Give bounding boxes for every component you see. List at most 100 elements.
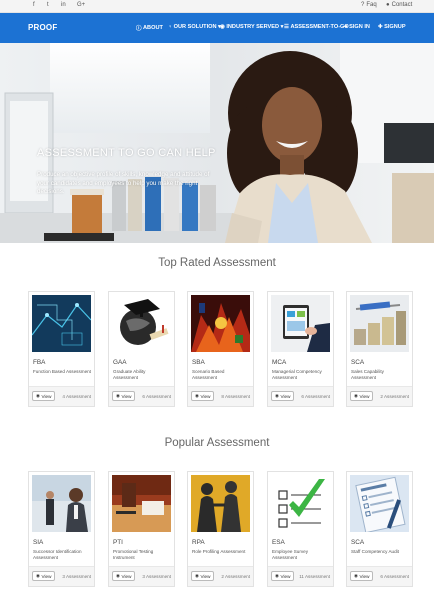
card-footer: ◉ View 6 Assessment <box>109 386 174 406</box>
card-footer: ◉ View 6 Assessment <box>268 386 333 406</box>
assessment-card-sca[interactable]: SCA Sales Capability Assessment ◉ View 2… <box>346 291 413 407</box>
twitter-icon[interactable]: t <box>47 2 49 8</box>
card-code: SBA <box>192 359 205 366</box>
card-code: SCA <box>351 539 365 546</box>
card-description: Scenario Based Assessment <box>192 369 225 380</box>
hero-office-photo <box>0 43 434 243</box>
assessment-count: 11 Assessment <box>299 574 330 579</box>
view-button[interactable]: ◉ View <box>32 391 56 401</box>
card-description: Staff Competency Audit <box>351 549 399 554</box>
card-description: Role Profiling Assessment <box>192 549 246 554</box>
view-button[interactable]: ◉ View <box>350 391 374 401</box>
card-footer: ◉ View 4 Assessment <box>29 386 94 406</box>
nav-item-industry-served[interactable]: ◉ INDUSTRY SERVED ▾ <box>220 24 283 30</box>
info-icon: ⓘ <box>136 26 142 32</box>
brand-logo[interactable]: PROOF <box>28 23 57 32</box>
nav-item-label: INDUSTRY SERVED <box>226 24 280 30</box>
nav-item-signup[interactable]: ✚ SIGNUP <box>378 24 406 30</box>
assessment-card-esa[interactable]: ESA Employee Survey Assessment ◉ View 11… <box>267 471 334 587</box>
view-label: View <box>121 573 132 579</box>
nav-item-our-solution[interactable]: ♀ OUR SOLUTION ▾ <box>168 24 221 30</box>
nav-item-about[interactable]: ⓘ ABOUT <box>136 24 163 32</box>
view-button[interactable]: ◉ View <box>191 571 215 581</box>
card-footer: ◉ View 3 Assessment <box>109 566 174 586</box>
eye-icon: ◉ <box>275 573 280 578</box>
assessment-count: 4 Assessment <box>62 394 91 399</box>
card-description: Sales Capability Assessment <box>351 369 384 380</box>
assessment-card-gaa[interactable]: GAA Graduate Ability Assessment ◉ View 6… <box>108 291 175 407</box>
card-description: Managerial Competency Assessment <box>272 369 322 380</box>
card-description: Employee Survey Assessment <box>272 549 309 560</box>
facebook-icon[interactable]: f <box>33 2 35 8</box>
assessment-card-sca-audit[interactable]: SCA Staff Competency Audit ◉ View 6 Asse… <box>346 471 413 587</box>
google-plus-icon[interactable]: G+ <box>77 2 85 8</box>
eye-icon: ◉ <box>354 393 359 398</box>
assessment-card-sia[interactable]: SIA Successor Identification Assessment … <box>28 471 95 587</box>
assessment-count: 3 Assessment <box>62 574 91 579</box>
card-code: PTI <box>113 539 123 546</box>
nav-item-assessment-to-go[interactable]: ☰ ASSESSMENT-TO-GO <box>284 24 349 30</box>
card-footer: ◉ View 6 Assessment <box>347 566 412 586</box>
view-label: View <box>280 393 291 399</box>
view-label: View <box>359 573 370 579</box>
view-button[interactable]: ◉ View <box>271 391 295 401</box>
card-image <box>271 295 330 352</box>
view-label: View <box>41 573 52 579</box>
hero-title: ASSESSMENT TO GO CAN HELP <box>37 147 216 159</box>
view-button[interactable]: ◉ View <box>32 571 56 581</box>
linkedin-icon[interactable]: in <box>61 2 66 8</box>
nav-item-sign-in[interactable]: ➜ SIGN IN <box>343 24 370 30</box>
view-button[interactable]: ◉ View <box>271 571 295 581</box>
eye-icon: ◉ <box>116 573 121 578</box>
eye-icon: ◉ <box>275 393 280 398</box>
assessment-count: 2 Assessment <box>380 394 409 399</box>
view-label: View <box>200 393 211 399</box>
nav-item-label: OUR SOLUTION <box>173 24 217 30</box>
section-title-popular: Popular Assessment <box>164 437 270 449</box>
eye-icon: ◉ <box>195 393 200 398</box>
nav-item-label: SIGN IN <box>349 24 370 30</box>
card-footer: ◉ View 2 Assessment <box>347 386 412 406</box>
faq-label: Faq <box>366 2 377 8</box>
sign-in-icon: ➜ <box>343 24 348 30</box>
person-icon: ● <box>386 2 390 8</box>
contact-link[interactable]: ● Contact <box>386 2 412 8</box>
card-image <box>112 295 171 352</box>
assessment-card-fba[interactable]: FBA Function Based Assessment ◉ View 4 A… <box>28 291 95 407</box>
assessment-card-sba[interactable]: SBA Scenario Based Assessment ◉ View 8 A… <box>187 291 254 407</box>
view-button[interactable]: ◉ View <box>112 391 136 401</box>
view-label: View <box>41 393 52 399</box>
card-image <box>32 475 91 532</box>
assessment-card-rpa[interactable]: RPA Role Profiling Assessment ◉ View 2 A… <box>187 471 254 587</box>
card-code: SIA <box>33 539 44 546</box>
assessment-card-pti[interactable]: PTI Promotional Testing Instrument ◉ Vie… <box>108 471 175 587</box>
card-code: GAA <box>113 359 127 366</box>
view-label: View <box>200 573 211 579</box>
question-icon: ? <box>361 2 365 8</box>
card-description: Function Based Assessment <box>33 369 91 374</box>
hero-description: Produce an objective profile of skills, … <box>37 171 210 196</box>
assessment-card-mca[interactable]: MCA Managerial Competency Assessment ◉ V… <box>267 291 334 407</box>
card-code: SCA <box>351 359 365 366</box>
card-image <box>271 475 330 532</box>
view-button[interactable]: ◉ View <box>191 391 215 401</box>
assessment-count: 8 Assessment <box>221 394 250 399</box>
hero-banner: ASSESSMENT TO GO CAN HELP Produce an obj… <box>0 43 434 243</box>
assessment-count: 6 Assessment <box>142 394 171 399</box>
card-code: RPA <box>192 539 205 546</box>
view-button[interactable]: ◉ View <box>112 571 136 581</box>
card-code: MCA <box>272 359 287 366</box>
card-description: Graduate Ability Assessment <box>113 369 146 380</box>
assessment-count: 6 Assessment <box>380 574 409 579</box>
card-footer: ◉ View 8 Assessment <box>188 386 253 406</box>
nav-item-label: SIGNUP <box>384 24 406 30</box>
globe-icon: ◉ <box>220 24 225 30</box>
eye-icon: ◉ <box>195 573 200 578</box>
view-button[interactable]: ◉ View <box>350 571 374 581</box>
card-image <box>112 475 171 532</box>
faq-link[interactable]: ? Faq <box>361 2 377 8</box>
card-image <box>191 295 250 352</box>
eye-icon: ◉ <box>354 573 359 578</box>
card-image <box>350 295 409 352</box>
nav-item-label: ABOUT <box>143 25 163 31</box>
